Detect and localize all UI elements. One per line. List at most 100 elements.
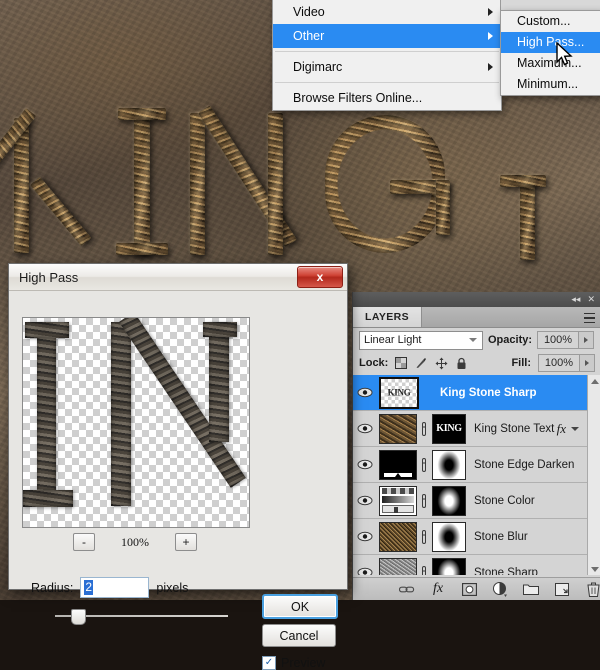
submenu-item-high-pass[interactable]: High Pass... xyxy=(501,32,600,53)
high-pass-dialog[interactable]: High Pass x - 100% + Radius: 2 pixels OK… xyxy=(8,263,348,670)
lock-all-padlock-icon[interactable] xyxy=(456,357,467,370)
menu-item-video[interactable]: Video xyxy=(273,0,501,24)
opacity-stepper-icon[interactable] xyxy=(579,331,595,349)
table-row[interactable]: Stone Blur xyxy=(353,519,600,555)
radius-units-label: pixels xyxy=(156,580,189,595)
layer-mask-thumbnail[interactable] xyxy=(432,557,466,575)
delete-icon[interactable] xyxy=(585,581,600,597)
link-icon[interactable] xyxy=(417,565,430,575)
radius-slider[interactable] xyxy=(55,609,228,625)
layer-effects[interactable]: fx xyxy=(557,421,579,437)
layer-list[interactable]: KING King Stone Sharp KING King Stone Te… xyxy=(353,375,600,575)
link-icon[interactable] xyxy=(417,493,430,508)
close-icon[interactable]: x xyxy=(297,266,343,288)
fill-label: Fill: xyxy=(511,357,531,369)
fill-stepper-icon[interactable] xyxy=(580,354,595,372)
fx-icon[interactable]: fx xyxy=(557,421,566,437)
other-submenu[interactable]: Custom... High Pass... Maximum... Minimu… xyxy=(500,10,600,96)
link-icon[interactable] xyxy=(417,529,430,544)
zoom-in-button[interactable]: + xyxy=(175,533,197,551)
layer-name[interactable]: King Stone Text xyxy=(474,423,554,435)
scroll-down-icon[interactable] xyxy=(588,563,600,575)
tab-layers[interactable]: LAYERS xyxy=(353,307,423,327)
link-icon[interactable] xyxy=(399,581,415,597)
layer-thumbnail[interactable] xyxy=(379,557,417,575)
layer-thumbnail[interactable]: KING xyxy=(379,376,419,409)
canvas-letter-stroke xyxy=(500,175,546,187)
panel-menu-icon[interactable] xyxy=(584,311,595,325)
filter-preview[interactable] xyxy=(22,317,250,528)
adjustment-icon[interactable] xyxy=(492,581,508,597)
layer-visibility-toggle[interactable] xyxy=(353,423,377,434)
link-icon[interactable] xyxy=(417,457,430,472)
table-row[interactable]: KING King Stone Sharp xyxy=(353,375,600,411)
filter-menu[interactable]: Video Other Digimarc Browse Filters Onli… xyxy=(272,0,502,111)
mask-icon[interactable] xyxy=(461,581,477,597)
layer-visibility-toggle[interactable] xyxy=(353,387,377,398)
submenu-item-label: Custom... xyxy=(517,14,571,28)
link-icon[interactable] xyxy=(417,421,430,436)
fill-value[interactable]: 100% xyxy=(538,354,580,372)
canvas-letter-stroke xyxy=(320,112,480,287)
layer-mask-thumbnail[interactable] xyxy=(432,485,466,516)
layer-thumbnail[interactable] xyxy=(379,485,417,516)
lock-image-brush-icon[interactable] xyxy=(415,357,427,369)
blend-mode-select[interactable]: Linear Light xyxy=(359,330,483,350)
layer-list-scrollbar[interactable] xyxy=(587,375,600,575)
preview-checkbox-row[interactable]: ✓ Preview xyxy=(262,656,325,670)
layer-thumbnail[interactable] xyxy=(379,413,417,444)
panel-tab-strip[interactable]: LAYERS xyxy=(353,307,600,328)
layer-mask-thumbnail[interactable] xyxy=(432,449,466,480)
layer-visibility-toggle[interactable] xyxy=(353,459,377,470)
table-row[interactable]: Stone Color xyxy=(353,483,600,519)
lock-position-move-icon[interactable] xyxy=(435,357,448,370)
preview-checkbox[interactable]: ✓ xyxy=(262,656,276,670)
collapse-icon[interactable]: ◂◂ xyxy=(571,294,580,305)
cancel-button[interactable]: Cancel xyxy=(262,624,336,647)
zoom-out-button[interactable]: - xyxy=(73,533,95,551)
link-icon xyxy=(421,457,426,472)
layer-visibility-toggle[interactable] xyxy=(353,531,377,542)
layer-name[interactable]: Stone Blur xyxy=(474,531,528,543)
lock-transparency-icon[interactable] xyxy=(395,357,408,369)
canvas-letter-stroke xyxy=(14,118,29,253)
layer-name[interactable]: Stone Color xyxy=(474,495,535,507)
menu-divider xyxy=(275,51,499,52)
layer-visibility-toggle[interactable] xyxy=(353,567,377,575)
slider-thumb[interactable] xyxy=(71,609,86,625)
submenu-item-custom[interactable]: Custom... xyxy=(501,11,600,32)
layer-visibility-toggle[interactable] xyxy=(353,495,377,506)
submenu-item-minimum[interactable]: Minimum... xyxy=(501,74,600,95)
radius-input[interactable]: 2 xyxy=(80,577,150,598)
chevron-down-icon[interactable] xyxy=(571,426,579,431)
layer-mask-thumbnail[interactable] xyxy=(432,521,466,552)
ok-button[interactable]: OK xyxy=(262,594,338,619)
new-layer-icon[interactable] xyxy=(554,581,570,597)
table-row[interactable]: Stone Edge Darken xyxy=(353,447,600,483)
close-icon[interactable]: ✕ xyxy=(587,294,595,305)
group-icon[interactable] xyxy=(523,581,539,597)
layer-name[interactable]: Stone Sharp xyxy=(474,567,538,576)
link-icon xyxy=(421,565,426,575)
menu-item-other[interactable]: Other xyxy=(273,24,501,48)
eye-icon xyxy=(357,423,373,434)
layers-panel-toolbar[interactable]: fx xyxy=(353,577,600,600)
layers-panel[interactable]: ◂◂ ✕ LAYERS Linear Light Opacity: 100% L… xyxy=(352,292,600,600)
scroll-up-icon[interactable] xyxy=(588,375,600,387)
layer-name[interactable]: Stone Edge Darken xyxy=(474,459,574,471)
layer-name[interactable]: King Stone Sharp xyxy=(440,387,536,399)
layer-thumbnail[interactable] xyxy=(379,449,417,480)
submenu-item-maximum[interactable]: Maximum... xyxy=(501,53,600,74)
dialog-title-bar[interactable]: High Pass x xyxy=(9,264,347,291)
preview-zoom-controls[interactable]: - 100% + xyxy=(22,533,248,551)
opacity-value[interactable]: 100% xyxy=(537,331,580,349)
layer-thumbnail[interactable] xyxy=(379,521,417,552)
menu-item-browse-filters-online[interactable]: Browse Filters Online... xyxy=(273,86,501,110)
menu-item-digimarc[interactable]: Digimarc xyxy=(273,55,501,79)
canvas-letter-stroke xyxy=(134,113,150,255)
table-row[interactable]: KING King Stone Text fx xyxy=(353,411,600,447)
preview-letter-stroke xyxy=(25,322,69,338)
layer-mask-thumbnail[interactable]: KING xyxy=(432,413,466,444)
fx-icon[interactable]: fx xyxy=(430,581,446,597)
table-row[interactable]: Stone Sharp xyxy=(353,555,600,575)
